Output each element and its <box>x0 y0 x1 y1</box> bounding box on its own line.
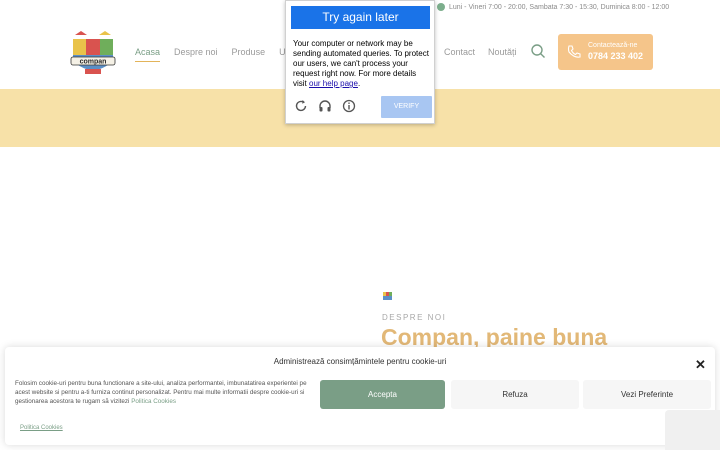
opening-hours: Luni - Vineri 7:00 - 20:00, Sambata 7:30… <box>437 3 669 11</box>
cookie-description: Folosim cookie-uri pentru buna functiona… <box>15 379 315 406</box>
main-nav-right: Contact Noutăți <box>444 47 530 57</box>
captcha-title: Try again later <box>291 6 430 29</box>
captcha-message: Your computer or network may be sending … <box>293 39 429 88</box>
nav-item-contact[interactable]: Contact <box>444 47 475 57</box>
cookie-title: Administrează consimțămintele pentru coo… <box>273 357 447 366</box>
captcha-verify-button[interactable]: VERIFY <box>381 96 432 118</box>
nav-item-despre-noi[interactable]: Despre noi <box>174 47 218 62</box>
nav-item-noutati[interactable]: Noutăți <box>488 47 517 57</box>
contact-label: Contactează-ne <box>588 42 638 49</box>
info-icon[interactable] <box>342 99 356 113</box>
close-icon[interactable]: ✕ <box>695 357 706 373</box>
refuse-cookies-button[interactable]: Refuza <box>451 380 579 409</box>
view-preferences-button[interactable]: Vezi Preferinte <box>583 380 711 409</box>
nav-item-acasa[interactable]: Acasa <box>135 47 161 62</box>
opening-hours-text: Luni - Vineri 7:00 - 20:00, Sambata 7:30… <box>449 3 670 11</box>
floating-widget[interactable] <box>665 410 720 450</box>
contact-phone-button[interactable]: Contactează-ne 0784 233 402 <box>558 34 653 70</box>
headphones-icon[interactable] <box>318 99 332 113</box>
svg-text:compan: compan <box>80 59 107 66</box>
about-section-label: DESPRE NOI <box>382 313 447 322</box>
reload-icon[interactable] <box>294 99 308 113</box>
cookie-policy-link[interactable]: Politica Cookies <box>20 425 63 431</box>
cookie-consent-banner: Administrează consimțămintele pentru coo… <box>5 347 715 445</box>
contact-phone-number: 0784 233 402 <box>588 51 644 61</box>
captcha-dialog: Try again later Your computer or network… <box>285 0 435 124</box>
main-nav: Acasa Despre noi Produse Unit <box>135 47 309 62</box>
search-icon[interactable] <box>530 43 546 59</box>
cookie-policy-inline-link[interactable]: Politica Cookies <box>131 398 176 405</box>
about-logo-icon <box>383 292 392 300</box>
compan-logo[interactable]: compan <box>69 29 117 79</box>
accept-cookies-button[interactable]: Accepta <box>320 380 445 409</box>
clock-icon <box>437 3 445 11</box>
phone-icon <box>567 45 581 58</box>
nav-item-produse[interactable]: Produse <box>232 47 266 62</box>
captcha-help-link[interactable]: our help page <box>309 79 358 88</box>
